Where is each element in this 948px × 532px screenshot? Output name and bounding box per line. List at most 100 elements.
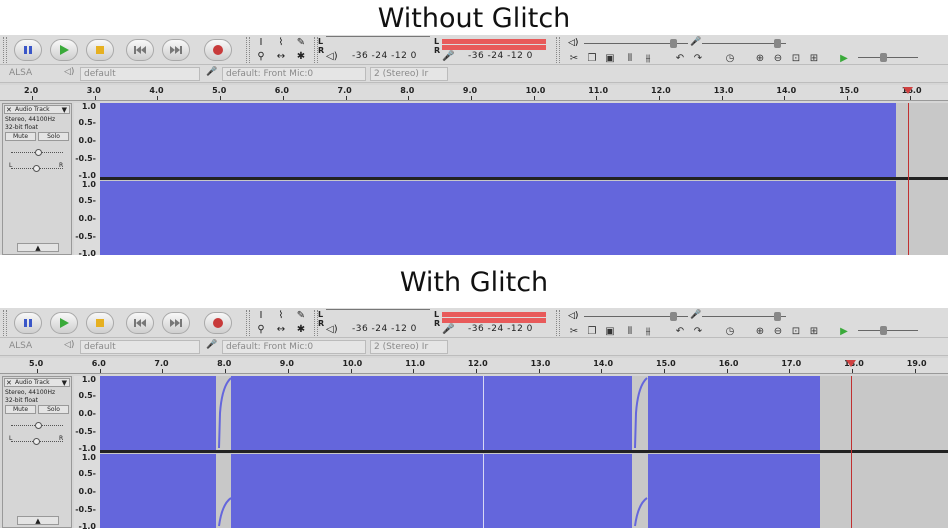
- cut-icon[interactable]: ✂: [566, 51, 582, 65]
- skip-to-start-button[interactable]: [126, 39, 154, 61]
- recording-device-select[interactable]: default: Front Mic:0: [222, 67, 366, 81]
- selection-tool-icon[interactable]: I: [252, 309, 270, 322]
- mute-button[interactable]: Mute: [5, 132, 36, 141]
- multi-tool-icon[interactable]: ✱: [292, 50, 310, 63]
- playback-device-select[interactable]: default: [80, 67, 200, 81]
- zoom-tool-icon[interactable]: ⚲: [252, 50, 270, 63]
- right-channel[interactable]: [100, 454, 948, 528]
- sync-lock-icon[interactable]: ◷: [722, 324, 738, 338]
- playback-device-select[interactable]: default: [80, 340, 200, 354]
- undo-icon[interactable]: ↶: [672, 324, 688, 338]
- playback-meter[interactable]: LR ◁) -36 -24 -12 0: [318, 36, 430, 63]
- waveform-clip[interactable]: [231, 454, 632, 528]
- track-name[interactable]: Audio Track: [15, 106, 50, 114]
- trim-icon[interactable]: ⫴: [622, 51, 638, 65]
- output-volume-slider[interactable]: [670, 39, 677, 48]
- toolbar-grip[interactable]: [246, 37, 250, 63]
- timeline-ruler[interactable]: 5.0 6.0 7.0 8.0 9.0 10.0 11.0 12.0 13.0 14.0 15.0 1…: [0, 358, 948, 374]
- recording-device-select[interactable]: default: Front Mic:0: [222, 340, 366, 354]
- output-volume-slider[interactable]: [670, 312, 677, 321]
- silence-icon[interactable]: ⫵: [640, 324, 656, 338]
- pause-button[interactable]: [14, 312, 42, 334]
- audio-host[interactable]: ALSA: [6, 340, 56, 354]
- redo-icon[interactable]: ↷: [690, 324, 706, 338]
- pan-thumb[interactable]: [33, 165, 40, 172]
- timeline-ruler[interactable]: 2.0 3.0 4.0 5.0 6.0 7.0 8.0 9.0 10.0 11.0 12.0 13.0…: [0, 85, 948, 101]
- record-button[interactable]: [204, 312, 232, 334]
- gain-thumb[interactable]: [35, 149, 42, 156]
- play-speed-slider[interactable]: [880, 326, 887, 335]
- play-at-speed-icon[interactable]: ▶: [836, 324, 852, 338]
- waveform-clip[interactable]: [100, 103, 896, 177]
- waveform-clip[interactable]: [648, 454, 820, 528]
- zoom-tool-icon[interactable]: ⚲: [252, 323, 270, 336]
- waveform-clip[interactable]: [100, 181, 896, 255]
- waveform-area[interactable]: [100, 103, 948, 255]
- audio-host[interactable]: ALSA: [6, 67, 56, 81]
- waveform-clip[interactable]: [100, 454, 216, 528]
- fit-selection-icon[interactable]: ⊡: [788, 51, 804, 65]
- selection-tool-icon[interactable]: I: [252, 36, 270, 49]
- left-channel[interactable]: [100, 103, 948, 177]
- waveform-clip[interactable]: [231, 376, 632, 450]
- input-volume-slider[interactable]: [774, 39, 781, 48]
- play-speed-slider[interactable]: [880, 53, 887, 62]
- zoom-out-icon[interactable]: ⊖: [770, 51, 786, 65]
- waveform-clip[interactable]: [100, 376, 216, 450]
- close-track-icon[interactable]: ✕: [6, 379, 12, 387]
- sync-lock-icon[interactable]: ◷: [722, 51, 738, 65]
- recording-channels-select[interactable]: 2 (Stereo) Ir: [370, 340, 448, 354]
- play-at-speed-icon[interactable]: ▶: [836, 51, 852, 65]
- recording-meter[interactable]: LR 🎤 -36 -24 -12 0: [434, 37, 552, 63]
- skip-to-start-button[interactable]: [126, 312, 154, 334]
- track-menu-icon[interactable]: ▼: [62, 106, 67, 114]
- cut-icon[interactable]: ✂: [566, 324, 582, 338]
- gain-slider[interactable]: [11, 149, 63, 156]
- gain-thumb[interactable]: [35, 422, 42, 429]
- multi-tool-icon[interactable]: ✱: [292, 323, 310, 336]
- collapse-track-button[interactable]: ▲: [17, 516, 59, 525]
- stop-button[interactable]: [86, 312, 114, 334]
- toolbar-grip[interactable]: [3, 37, 7, 63]
- copy-icon[interactable]: ❐: [584, 324, 600, 338]
- envelope-tool-icon[interactable]: ⌇: [272, 36, 290, 49]
- copy-icon[interactable]: ❐: [584, 51, 600, 65]
- zoom-in-icon[interactable]: ⊕: [752, 51, 768, 65]
- play-button[interactable]: [50, 39, 78, 61]
- pause-button[interactable]: [14, 39, 42, 61]
- waveform-area[interactable]: [100, 376, 948, 528]
- pan-slider[interactable]: [11, 438, 63, 445]
- undo-icon[interactable]: ↶: [672, 51, 688, 65]
- draw-tool-icon[interactable]: ✎: [292, 309, 310, 322]
- draw-tool-icon[interactable]: ✎: [292, 36, 310, 49]
- skip-to-end-button[interactable]: [162, 312, 190, 334]
- recording-channels-select[interactable]: 2 (Stereo) Ir: [370, 67, 448, 81]
- play-button[interactable]: [50, 312, 78, 334]
- stop-button[interactable]: [86, 39, 114, 61]
- waveform-clip[interactable]: [648, 376, 820, 450]
- recording-meter[interactable]: LR 🎤 -36 -24 -12 0: [434, 310, 552, 336]
- solo-button[interactable]: Solo: [38, 405, 69, 414]
- fit-project-icon[interactable]: ⊞: [806, 51, 822, 65]
- pan-slider[interactable]: [11, 165, 63, 172]
- gain-slider[interactable]: [11, 422, 63, 429]
- envelope-tool-icon[interactable]: ⌇: [272, 309, 290, 322]
- track-name[interactable]: Audio Track: [15, 379, 50, 387]
- paste-icon[interactable]: ▣: [602, 324, 618, 338]
- record-button[interactable]: [204, 39, 232, 61]
- playhead-marker[interactable]: [846, 360, 856, 367]
- collapse-track-button[interactable]: ▲: [17, 243, 59, 252]
- toolbar-grip[interactable]: [556, 310, 560, 336]
- paste-icon[interactable]: ▣: [602, 51, 618, 65]
- fit-project-icon[interactable]: ⊞: [806, 324, 822, 338]
- playback-meter[interactable]: LR ◁) -36 -24 -12 0: [318, 309, 430, 336]
- zoom-in-icon[interactable]: ⊕: [752, 324, 768, 338]
- vertical-amplitude-scale[interactable]: 1.0 0.5- 0.0- -0.5- -1.0 1.0 0.5- 0.0- -0.5- -1.0: [74, 375, 100, 531]
- vertical-amplitude-scale[interactable]: 1.0 0.5- 0.0- -0.5- -1.0 1.0 0.5- 0.0- -0.5- -1.0: [74, 102, 100, 258]
- timeshift-tool-icon[interactable]: ↔: [272, 50, 290, 63]
- silence-icon[interactable]: ⫵: [640, 51, 656, 65]
- input-volume-slider[interactable]: [774, 312, 781, 321]
- close-track-icon[interactable]: ✕: [6, 106, 12, 114]
- toolbar-grip[interactable]: [556, 37, 560, 63]
- toolbar-grip[interactable]: [246, 310, 250, 336]
